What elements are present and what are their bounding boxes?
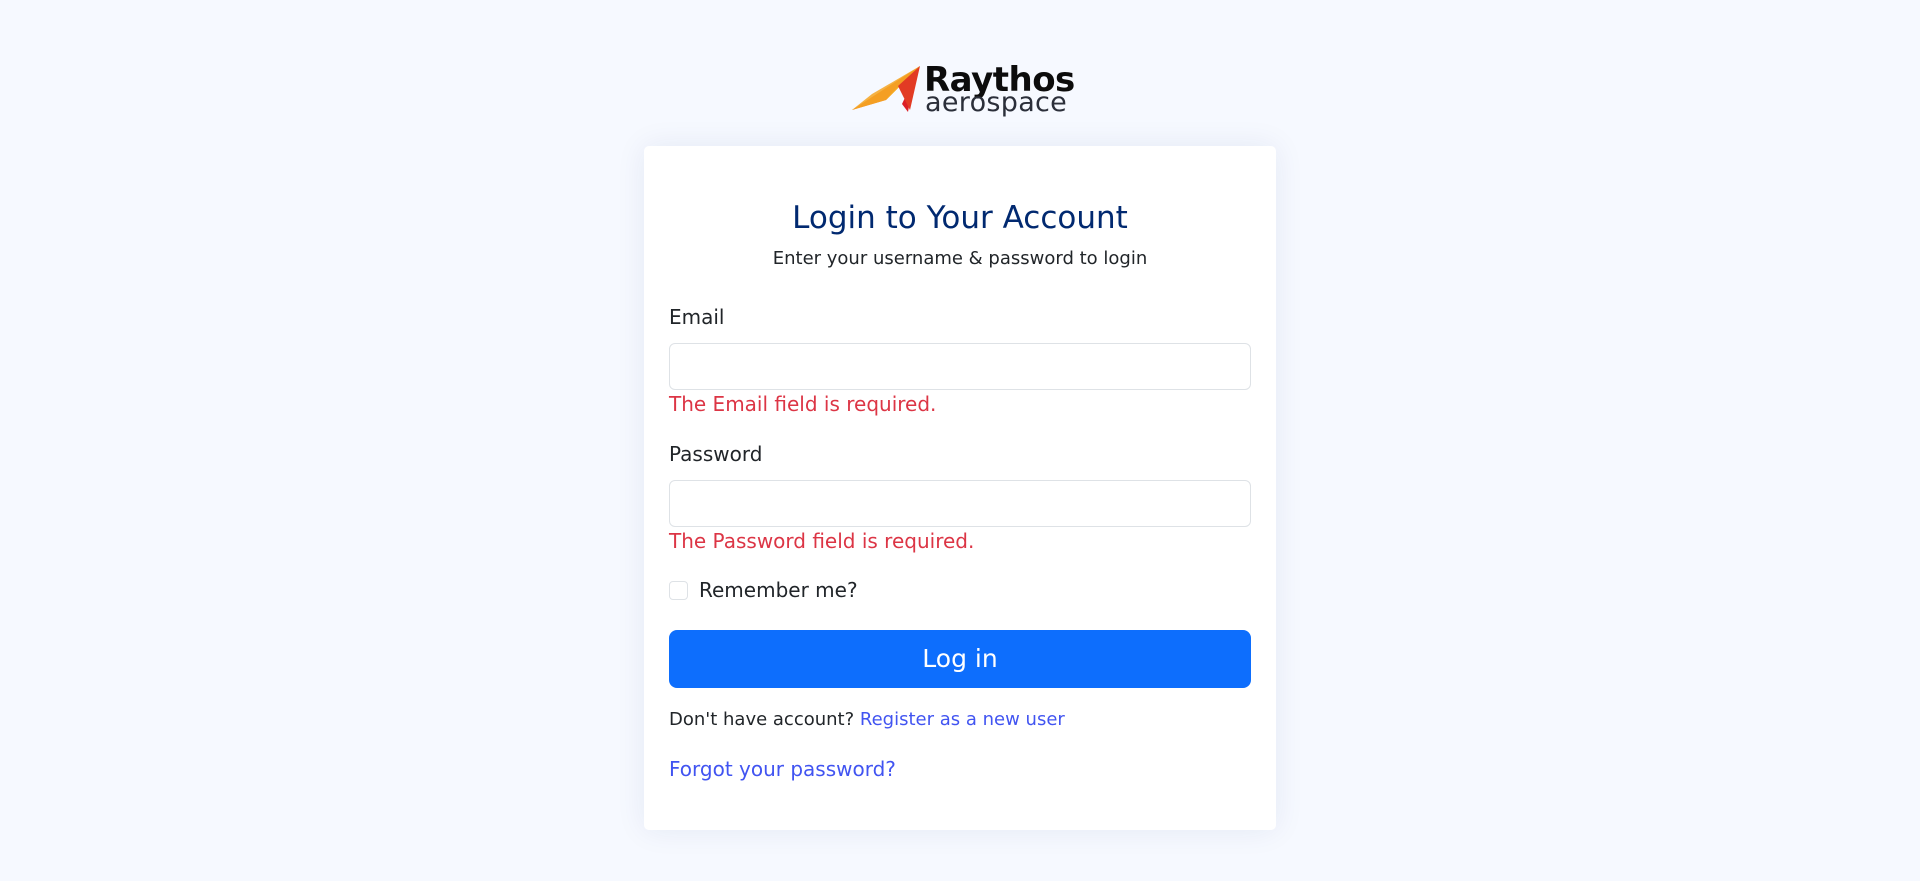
email-label: Email xyxy=(669,305,725,329)
page-title: Login to Your Account xyxy=(792,200,1128,236)
register-row: Don't have account? Register as a new us… xyxy=(669,708,1065,732)
brand-tagline: aerospace xyxy=(925,87,1068,118)
remember-me-checkbox[interactable] xyxy=(669,581,688,600)
email-error-message: The Email field is required. xyxy=(669,392,937,416)
register-link[interactable]: Register as a new user xyxy=(860,709,1065,730)
login-button[interactable]: Log in xyxy=(669,630,1251,688)
password-label: Password xyxy=(669,442,763,466)
email-field[interactable] xyxy=(669,343,1251,390)
forgot-password-link[interactable]: Forgot your password? xyxy=(669,756,896,782)
password-field[interactable] xyxy=(669,480,1251,527)
login-card: Login to Your Account Enter your usernam… xyxy=(644,146,1276,830)
page-subtitle: Enter your username & password to login xyxy=(772,248,1148,269)
brand-logo: Raythos aerospace xyxy=(852,60,1075,118)
password-error-message: The Password field is required. xyxy=(669,529,975,553)
register-prompt: Don't have account? xyxy=(669,709,860,730)
remember-me-label[interactable]: Remember me? xyxy=(699,577,858,603)
paper-plane-logo-icon xyxy=(852,66,920,112)
